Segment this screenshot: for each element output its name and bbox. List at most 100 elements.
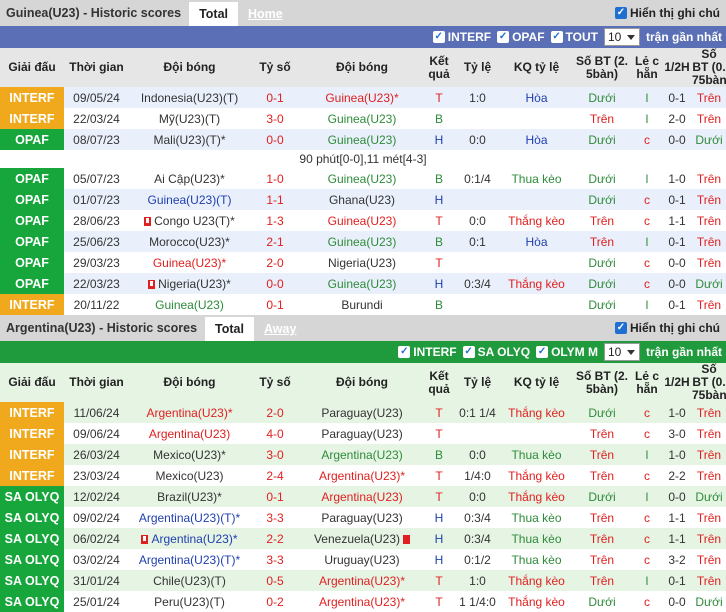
score: 2-0 — [266, 255, 284, 270]
home-team[interactable]: Guinea(U23) — [129, 294, 250, 315]
away-team[interactable]: Guinea(U23) — [300, 231, 424, 252]
away-team[interactable]: Paraguay(U23) — [300, 423, 424, 444]
home-team[interactable]: Guinea(U23)* — [129, 252, 250, 273]
away-team[interactable]: Argentina(U23)* — [300, 570, 424, 591]
table-row[interactable]: INTERF 23/03/24 Mexico(U23) 2-4 Argentina(U2… — [0, 465, 726, 486]
away-team-name: Argentina(U23)* — [318, 468, 406, 483]
match-result: H — [434, 132, 444, 147]
filter-tout[interactable]: ✓ TOUT — [550, 30, 598, 44]
match-date: 22/03/24 — [73, 111, 120, 126]
table-row[interactable]: OPAF 28/06/23 Congo U23(T)* 1-3 Guinea(U23) T… — [0, 210, 726, 231]
checkbox-icon[interactable]: ✓ — [615, 7, 627, 19]
table-row[interactable]: OPAF 29/03/23 Guinea(U23)* 2-0 Nigeria(U23) T… — [0, 252, 726, 273]
home-team[interactable]: Chile(U23)(T) — [129, 570, 250, 591]
away-team[interactable]: Burundi — [300, 294, 424, 315]
tab-home[interactable]: Home — [238, 2, 293, 26]
away-team[interactable]: Paraguay(U23) — [300, 507, 424, 528]
checkbox-icon[interactable]: ✓ — [615, 322, 627, 334]
home-team[interactable]: Argentina(U23)(T)* — [129, 507, 250, 528]
away-team[interactable]: Guinea(U23) — [300, 168, 424, 189]
show-notes-toggle[interactable]: ✓ Hiển thị ghi chú — [615, 0, 720, 26]
home-team[interactable]: Peru(U23)(T) — [129, 591, 250, 612]
table-row[interactable]: SA OLYQ 06/02/24 Argentina(U23)* 2-2 Venezue… — [0, 528, 726, 549]
home-team[interactable]: Congo U23(T)* — [129, 210, 250, 231]
away-team[interactable]: Argentina(U23)* — [300, 591, 424, 612]
table-row[interactable]: OPAF 22/03/23 Nigeria(U23)* 0-0 Guinea(U23) H… — [0, 273, 726, 294]
checkbox-icon[interactable]: ✓ — [432, 31, 445, 43]
checkbox-icon[interactable]: ✓ — [462, 346, 475, 358]
table-row[interactable]: SA OLYQ 25/01/24 Peru(U23)(T) 0-2 Argentina(… — [0, 591, 726, 612]
filter-interf[interactable]: ✓ INTERF — [432, 30, 491, 44]
filter-opaf[interactable]: ✓ OPAF — [497, 30, 545, 44]
checkbox-icon[interactable]: ✓ — [398, 346, 411, 358]
home-team[interactable]: Mỹ(U23)(T) — [129, 108, 250, 129]
half-time-score: 3-0 — [668, 426, 686, 441]
home-team[interactable]: Morocco(U23)* — [129, 231, 250, 252]
match-count-select[interactable]: 10 — [603, 343, 640, 361]
home-team[interactable]: Indonesia(U23)(T) — [129, 87, 250, 108]
table-row[interactable]: OPAF 01/07/23 Guinea(U23)(T) 1-1 Ghana(U23) H… — [0, 189, 726, 210]
table-row[interactable]: INTERF 09/06/24 Argentina(U23) 4-0 Paraguay(… — [0, 423, 726, 444]
league-badge: SA OLYQ — [0, 549, 64, 570]
filter-sa-olyq[interactable]: ✓ SA OLYQ — [462, 345, 530, 359]
home-team[interactable]: Brazil(U23)* — [129, 486, 250, 507]
show-notes-toggle[interactable]: ✓ Hiển thị ghi chú — [615, 315, 720, 341]
away-team[interactable]: Uruguay(U23) — [300, 549, 424, 570]
away-team[interactable]: Guinea(U23) — [300, 210, 424, 231]
away-team-name: Ghana(U23) — [328, 192, 396, 207]
filter-interf[interactable]: ✓ INTERF — [398, 345, 457, 359]
table-row[interactable]: INTERF 11/06/24 Argentina(U23)* 2-0 Paraguay… — [0, 402, 726, 423]
table-row[interactable]: INTERF 26/03/24 Mexico(U23)* 3-0 Argentina(U… — [0, 444, 726, 465]
table-row[interactable]: SA OLYQ 12/02/24 Brazil(U23)* 0-1 Argentina(… — [0, 486, 726, 507]
table-row[interactable]: SA OLYQ 09/02/24 Argentina(U23)(T)* 3-3 Para… — [0, 507, 726, 528]
over-under-0-75: Trên — [696, 90, 722, 105]
table-row[interactable]: OPAF 25/06/23 Morocco(U23)* 2-1 Guinea(U23) B… — [0, 231, 726, 252]
away-team[interactable]: Guinea(U23) — [300, 273, 424, 294]
table-row[interactable]: OPAF 05/07/23 Ai Cập(U23)* 1-0 Guinea(U23) B 0… — [0, 168, 726, 189]
column-header: KQ tỷ lệ — [513, 60, 560, 74]
away-team[interactable]: Ghana(U23) — [300, 189, 424, 210]
home-team[interactable]: Argentina(U23)* — [129, 528, 250, 549]
table-row[interactable]: INTERF 09/05/24 Indonesia(U23)(T) 0-1 Guinea… — [0, 87, 726, 108]
results-table: Giải đấu Thời gian Đội bóng Tỷ số Đội bóng Kế… — [0, 48, 726, 315]
tab-total[interactable]: Total — [205, 317, 254, 341]
away-team[interactable]: Paraguay(U23) — [300, 402, 424, 423]
home-team[interactable]: Mexico(U23) — [129, 465, 250, 486]
away-team[interactable]: Guinea(U23) — [300, 108, 424, 129]
away-team[interactable]: Argentina(U23)* — [300, 465, 424, 486]
table-row[interactable]: OPAF 08/07/23 Mali(U23)(T)* 0-0 Guinea(U23) H… — [0, 129, 726, 150]
tab-total[interactable]: Total — [189, 2, 238, 26]
home-team[interactable]: Mali(U23)(T)* — [129, 129, 250, 150]
half-time-score: 1-1 — [668, 510, 686, 525]
away-team[interactable]: Guinea(U23) — [300, 129, 424, 150]
match-count-select[interactable]: 10 — [603, 28, 640, 46]
table-row[interactable]: INTERF 22/03/24 Mỹ(U23)(T) 3-0 Guinea(U23) B T… — [0, 108, 726, 129]
table-row[interactable]: SA OLYQ 03/02/24 Argentina(U23)(T)* 3-3 Urug… — [0, 549, 726, 570]
table-row[interactable]: SA OLYQ 31/01/24 Chile(U23)(T) 0-5 Argentina… — [0, 570, 726, 591]
away-team[interactable]: Venezuela(U23) — [300, 528, 424, 549]
half-time-score: 1-0 — [668, 447, 686, 462]
handicap-result: Thua kèo — [511, 552, 562, 567]
filter-olym-m[interactable]: ✓ OLYM M — [536, 345, 598, 359]
checkbox-icon[interactable]: ✓ — [536, 346, 549, 358]
match-date: 01/07/23 — [73, 192, 120, 207]
checkbox-icon[interactable]: ✓ — [497, 31, 510, 43]
checkbox-icon[interactable]: ✓ — [550, 31, 563, 43]
home-team[interactable]: Argentina(U23)(T)* — [129, 549, 250, 570]
tab-away[interactable]: Away — [254, 317, 306, 341]
away-team[interactable]: Argentina(U23) — [300, 444, 424, 465]
home-team[interactable]: Mexico(U23)* — [129, 444, 250, 465]
table-row[interactable]: INTERF 20/11/22 Guinea(U23) 0-1 Burundi B Dưới… — [0, 294, 726, 315]
home-team[interactable]: Argentina(U23)* — [129, 402, 250, 423]
home-team[interactable]: Argentina(U23) — [129, 423, 250, 444]
column-header: 1/2H — [664, 375, 690, 389]
home-team[interactable]: Nigeria(U23)* — [129, 273, 250, 294]
column-header: Thời gian — [69, 375, 124, 389]
home-team[interactable]: Ai Cập(U23)* — [129, 168, 250, 189]
away-team[interactable]: Nigeria(U23) — [300, 252, 424, 273]
away-team[interactable]: Argentina(U23) — [300, 486, 424, 507]
score: 0-1 — [266, 90, 284, 105]
away-team[interactable]: Guinea(U23)* — [300, 87, 424, 108]
home-team[interactable]: Guinea(U23)(T) — [129, 189, 250, 210]
home-team-name: Argentina(U23)(T)* — [138, 510, 241, 525]
